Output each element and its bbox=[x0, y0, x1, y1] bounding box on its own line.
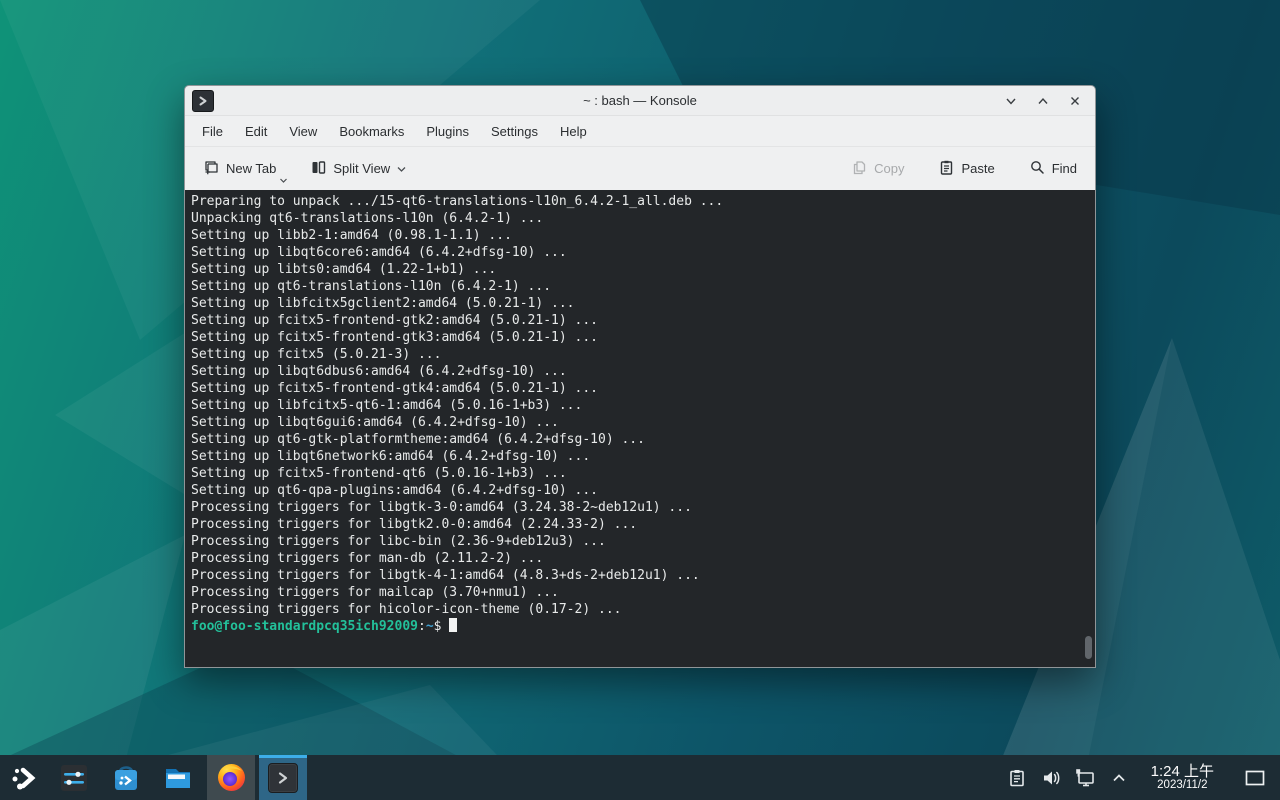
menu-bookmarks[interactable]: Bookmarks bbox=[328, 120, 415, 143]
terminal-output-line: Processing triggers for mailcap (3.70+nm… bbox=[191, 584, 1095, 601]
taskbar-panel: 1:24 上午 2023/11/2 bbox=[0, 755, 1280, 800]
close-icon[interactable] bbox=[1067, 93, 1083, 109]
discover-icon[interactable] bbox=[111, 763, 141, 793]
terminal-output-line: Setting up libqt6gui6:amd64 (6.4.2+dfsg-… bbox=[191, 414, 1095, 431]
window-title: ~ : bash — Konsole bbox=[583, 93, 697, 108]
network-tray-icon[interactable] bbox=[1073, 766, 1097, 790]
clock-widget[interactable]: 1:24 上午 2023/11/2 bbox=[1151, 764, 1214, 792]
terminal-output-line: Setting up libts0:amd64 (1.22-1+b1) ... bbox=[191, 261, 1095, 278]
prompt-user-host: foo@foo-standardpcq35ich92009 bbox=[191, 619, 418, 634]
terminal-output-line: Setting up libqt6core6:amd64 (6.4.2+dfsg… bbox=[191, 244, 1095, 261]
menu-view[interactable]: View bbox=[278, 120, 328, 143]
window-controls bbox=[1003, 86, 1083, 116]
terminal-output-line: Setting up qt6-qpa-plugins:amd64 (6.4.2+… bbox=[191, 482, 1095, 499]
paste-button[interactable]: Paste bbox=[930, 153, 1002, 185]
terminal-output-line: Setting up fcitx5-frontend-gtk3:amd64 (5… bbox=[191, 329, 1095, 346]
menu-help[interactable]: Help bbox=[549, 120, 598, 143]
copy-button: Copy bbox=[843, 153, 912, 185]
maximize-icon[interactable] bbox=[1035, 93, 1051, 109]
terminal-output-line: Preparing to unpack .../15-qt6-translati… bbox=[191, 193, 1095, 210]
prompt-colon: : bbox=[418, 619, 426, 634]
terminal-output-line: Setting up libb2-1:amd64 (0.98.1-1.1) ..… bbox=[191, 227, 1095, 244]
expand-tray-icon[interactable] bbox=[1107, 766, 1131, 790]
volume-tray-icon[interactable] bbox=[1039, 766, 1063, 790]
minimize-icon[interactable] bbox=[1003, 93, 1019, 109]
terminal-output-line: Setting up qt6-translations-l10n (6.4.2-… bbox=[191, 278, 1095, 295]
terminal-area[interactable]: Preparing to unpack .../15-qt6-translati… bbox=[185, 190, 1095, 667]
application-launcher-icon[interactable] bbox=[9, 763, 39, 793]
new-tab-icon bbox=[203, 159, 220, 179]
terminal-output-line: Processing triggers for man-db (2.11.2-2… bbox=[191, 550, 1095, 567]
terminal-output-line: Setting up fcitx5-frontend-gtk2:amd64 (5… bbox=[191, 312, 1095, 329]
copy-icon bbox=[851, 159, 868, 179]
menu-bar: File Edit View Bookmarks Plugins Setting… bbox=[185, 116, 1095, 146]
konsole-window: ~ : bash — Konsole File Edit View Bookma… bbox=[184, 85, 1096, 668]
terminal-output-line: Setting up libqt6network6:amd64 (6.4.2+d… bbox=[191, 448, 1095, 465]
find-label: Find bbox=[1052, 161, 1077, 176]
terminal-output-line: Setting up libqt6dbus6:amd64 (6.4.2+dfsg… bbox=[191, 363, 1095, 380]
split-view-dropdown-icon bbox=[396, 165, 407, 173]
file-manager-icon[interactable] bbox=[163, 763, 193, 793]
new-tab-dropdown-icon[interactable] bbox=[279, 172, 288, 187]
taskbar-task-firefox[interactable] bbox=[207, 755, 255, 800]
terminal-cursor bbox=[449, 618, 457, 632]
menu-plugins[interactable]: Plugins bbox=[415, 120, 480, 143]
clock-time: 1:24 上午 bbox=[1151, 764, 1214, 780]
prompt-path: ~ bbox=[426, 619, 434, 634]
terminal-output-line: Setting up fcitx5-frontend-qt6 (5.0.16-1… bbox=[191, 465, 1095, 482]
toolbar: New Tab Split View Copy Paste bbox=[185, 146, 1095, 190]
terminal-output-line: Setting up libfcitx5gclient2:amd64 (5.0.… bbox=[191, 295, 1095, 312]
terminal-output-line: Unpacking qt6-translations-l10n (6.4.2-1… bbox=[191, 210, 1095, 227]
split-view-icon bbox=[310, 159, 327, 179]
clipboard-tray-icon[interactable] bbox=[1005, 766, 1029, 790]
konsole-window-icon bbox=[192, 90, 214, 112]
new-tab-button[interactable]: New Tab bbox=[195, 153, 284, 185]
konsole-icon bbox=[268, 763, 298, 793]
split-view-label: Split View bbox=[333, 161, 390, 176]
split-view-button[interactable]: Split View bbox=[302, 153, 415, 185]
menu-file[interactable]: File bbox=[191, 120, 234, 143]
terminal-output-line: Processing triggers for libc-bin (2.36-9… bbox=[191, 533, 1095, 550]
new-tab-label: New Tab bbox=[226, 161, 276, 176]
window-titlebar[interactable]: ~ : bash — Konsole bbox=[185, 86, 1095, 116]
terminal-output-line: Setting up libfcitx5-qt6-1:amd64 (5.0.16… bbox=[191, 397, 1095, 414]
terminal-output-line: Setting up fcitx5 (5.0.21-3) ... bbox=[191, 346, 1095, 363]
menu-settings[interactable]: Settings bbox=[480, 120, 549, 143]
terminal-scrollbar-thumb[interactable] bbox=[1085, 636, 1092, 659]
paste-label: Paste bbox=[961, 161, 994, 176]
paste-icon bbox=[938, 159, 955, 179]
copy-label: Copy bbox=[874, 161, 904, 176]
system-settings-icon[interactable] bbox=[59, 763, 89, 793]
terminal-output-line: Processing triggers for hicolor-icon-the… bbox=[191, 601, 1095, 618]
system-tray: 1:24 上午 2023/11/2 bbox=[1005, 764, 1280, 792]
terminal-output-line: Processing triggers for libgtk2.0-0:amd6… bbox=[191, 516, 1095, 533]
terminal-output-line: Setting up fcitx5-frontend-gtk4:amd64 (5… bbox=[191, 380, 1095, 397]
terminal-output-line: Processing triggers for libgtk-3-0:amd64… bbox=[191, 499, 1095, 516]
firefox-icon bbox=[216, 762, 247, 793]
clock-date: 2023/11/2 bbox=[1151, 779, 1214, 791]
find-icon bbox=[1029, 159, 1046, 179]
find-button[interactable]: Find bbox=[1021, 153, 1085, 185]
terminal-output-line: Setting up qt6-gtk-platformtheme:amd64 (… bbox=[191, 431, 1095, 448]
terminal-prompt-line: foo@foo-standardpcq35ich92009:~$ bbox=[191, 618, 1095, 635]
menu-edit[interactable]: Edit bbox=[234, 120, 278, 143]
prompt-dollar: $ bbox=[434, 619, 442, 634]
show-desktop-button[interactable] bbox=[1242, 765, 1268, 791]
taskbar-task-konsole[interactable] bbox=[259, 755, 307, 800]
terminal-output-line: Processing triggers for libgtk-4-1:amd64… bbox=[191, 567, 1095, 584]
